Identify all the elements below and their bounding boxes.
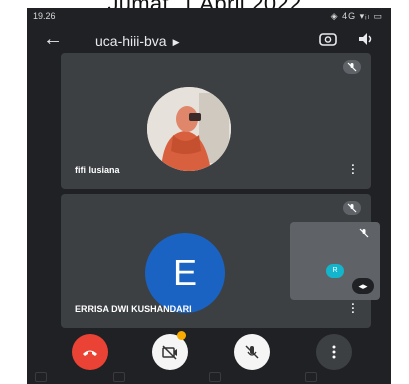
more-options-icon[interactable]: · · · (351, 300, 355, 319)
participant-tile-1[interactable]: fifi lusiana · · · (61, 53, 371, 189)
caret-right-icon: ▶ (172, 37, 180, 47)
expand-icon[interactable]: ◂▸ (352, 278, 374, 294)
more-options-icon[interactable]: · · · (351, 161, 355, 180)
switch-camera-icon[interactable] (319, 32, 337, 46)
status-time: 19.26 (33, 11, 56, 21)
participant-name: fifi lusiana (75, 165, 120, 175)
meeting-code: uca-hiii-bva (95, 33, 167, 49)
participant-photo-avatar (147, 87, 231, 171)
participant-name: ERRISA DWI KUSHANDARI (75, 304, 192, 314)
muted-mic-icon (359, 228, 369, 238)
status-icons: ◈ 4G ▾ᵢₗ ▭ (330, 11, 383, 21)
muted-mic-icon (343, 201, 361, 215)
camera-off-icon (162, 345, 177, 360)
more-options-button[interactable] (316, 334, 352, 370)
self-view-tile[interactable]: R ◂▸ (290, 222, 380, 300)
system-nav-bar (27, 372, 391, 384)
more-vert-icon (332, 345, 336, 359)
nav-recents-icon[interactable] (113, 372, 125, 382)
mic-toggle-button[interactable] (234, 334, 270, 370)
meet-screen: 19.26 ◈ 4G ▾ᵢₗ ▭ ← uca-hiii-bva ▶ fifi l… (27, 8, 391, 384)
back-arrow-icon[interactable]: ← (43, 28, 63, 51)
participant-letter-avatar: E (145, 233, 225, 313)
end-call-button[interactable] (72, 334, 108, 370)
self-avatar: R (326, 264, 344, 278)
speaker-icon[interactable] (357, 31, 375, 47)
nav-menu-icon[interactable] (35, 372, 47, 382)
nav-home-icon[interactable] (209, 372, 221, 382)
notification-dot (177, 331, 186, 340)
nav-back-icon[interactable] (305, 372, 317, 382)
end-call-icon (83, 350, 97, 356)
muted-mic-icon (343, 60, 361, 74)
mic-off-icon (245, 345, 259, 359)
call-controls (27, 331, 391, 371)
status-bar: 19.26 ◈ 4G ▾ᵢₗ ▭ (27, 8, 391, 24)
meeting-code-button[interactable]: uca-hiii-bva ▶ (95, 33, 180, 49)
